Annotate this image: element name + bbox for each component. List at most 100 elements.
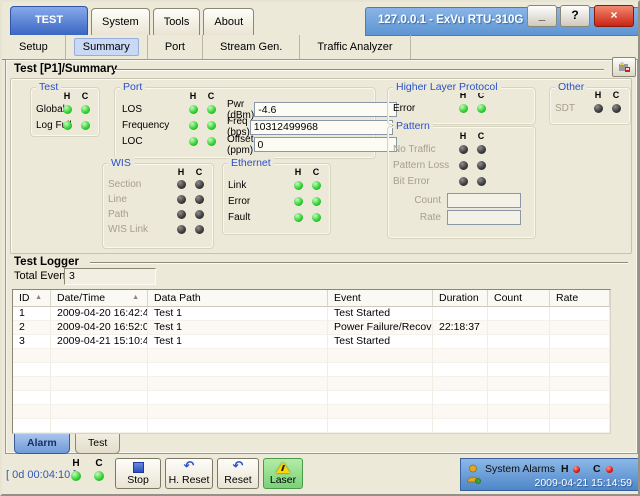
laser-button-label: Laser xyxy=(270,474,296,486)
table-row[interactable]: 22009-04-20 16:52:09Test 1Power Failure/… xyxy=(13,321,610,335)
subtab-setup[interactable]: Setup xyxy=(2,35,66,59)
report-tool-icon xyxy=(618,61,631,73)
status-row: WIS Link xyxy=(103,222,213,237)
status-led xyxy=(612,104,621,113)
subtab-label: Port xyxy=(156,38,194,56)
h-col-label: H xyxy=(289,167,307,177)
freq-field[interactable] xyxy=(250,120,393,135)
status-led xyxy=(177,195,186,204)
system-alarms-panel[interactable]: System Alarms H C 2009-04-21 15:14:59 xyxy=(460,458,639,491)
app-window: TEST System Tools About 127.0.0.1 - ExVu… xyxy=(0,0,640,496)
alarm-led xyxy=(606,466,613,473)
stop-icon xyxy=(133,462,144,473)
status-led xyxy=(294,213,303,222)
row-label: Line xyxy=(108,194,172,205)
col-header-event[interactable]: Event xyxy=(328,290,433,307)
wis-group-title: WIS xyxy=(108,157,134,169)
count-field[interactable] xyxy=(447,193,521,208)
pwr-field[interactable] xyxy=(254,102,397,117)
status-led xyxy=(207,105,216,114)
status-led xyxy=(94,471,104,481)
laser-button[interactable]: Laser xyxy=(263,458,303,489)
minimize-button[interactable]: _ xyxy=(527,5,557,27)
status-led xyxy=(195,195,204,204)
h-col-label: H xyxy=(172,167,190,177)
other-group-title: Other xyxy=(555,81,587,93)
h-col-label: H xyxy=(454,131,472,141)
col-header-datetime[interactable]: Date/Time▲ xyxy=(51,290,148,307)
rate-label: Rate xyxy=(420,212,441,223)
status-led xyxy=(312,197,321,206)
test-group: Test HC Global Log Full xyxy=(30,87,100,137)
row-label: LOC xyxy=(122,136,184,147)
table-row[interactable]: 12009-04-20 16:42:48Test 1Test Started xyxy=(13,307,610,321)
report-button[interactable] xyxy=(612,57,636,77)
row-label: Global xyxy=(36,104,58,115)
subtab-label: Summary xyxy=(74,38,139,56)
stop-button[interactable]: Stop xyxy=(115,458,161,489)
elapsed-time: [ 0d 00:04:10 ] xyxy=(6,469,76,481)
table-header-row: ID▲ Date/Time▲ Data Path Event Duration … xyxy=(13,290,610,307)
row-label: Error xyxy=(393,103,454,114)
h-col-label: H xyxy=(184,91,202,101)
col-header-datapath[interactable]: Data Path xyxy=(148,290,328,307)
subtab-port[interactable]: Port xyxy=(148,35,203,59)
status-led xyxy=(207,137,216,146)
status-led xyxy=(177,210,186,219)
tab-tools[interactable]: Tools xyxy=(153,8,201,35)
undo-icon xyxy=(233,461,244,473)
total-events-field: 3 xyxy=(64,268,156,285)
status-led xyxy=(195,180,204,189)
help-button[interactable]: ? xyxy=(560,5,590,27)
tab-test[interactable]: TEST xyxy=(10,6,88,35)
offset-label: Offset (ppm) xyxy=(227,134,254,156)
row-label: Fault xyxy=(228,212,289,223)
col-header-id[interactable]: ID▲ xyxy=(13,290,51,307)
stop-button-label: Stop xyxy=(127,474,149,486)
status-led xyxy=(459,177,468,186)
ethernet-group-title: Ethernet xyxy=(228,157,274,169)
status-row: SDT xyxy=(550,100,630,116)
h-col-label: H xyxy=(561,463,569,475)
status-led xyxy=(207,121,216,130)
table-row[interactable]: 32009-04-21 15:10:49Test 1Test Started xyxy=(13,335,610,349)
status-led xyxy=(459,104,468,113)
status-row: No Traffic xyxy=(388,141,495,157)
page-title: Test [P1]/Summary xyxy=(14,63,117,75)
rate-field[interactable] xyxy=(447,210,521,225)
table-row-empty xyxy=(13,405,610,419)
tab-about[interactable]: About xyxy=(203,8,254,35)
subtab-stream-gen[interactable]: Stream Gen. xyxy=(203,35,300,59)
wis-group: WIS HC Section Line Path WIS Link xyxy=(102,163,214,249)
event-log-table: ID▲ Date/Time▲ Data Path Event Duration … xyxy=(12,289,611,434)
status-led xyxy=(459,161,468,170)
subtab-traffic-analyzer[interactable]: Traffic Analyzer xyxy=(300,35,410,59)
tab-system[interactable]: System xyxy=(91,8,150,35)
subtab-label: Setup xyxy=(10,38,57,56)
table-row-empty xyxy=(13,391,610,405)
status-led xyxy=(189,105,198,114)
col-header-rate[interactable]: Rate xyxy=(550,290,610,307)
reset-button[interactable]: Reset xyxy=(217,458,259,489)
user-alarm-icon xyxy=(466,464,482,486)
status-row: Log Full xyxy=(31,117,99,133)
history-reset-button[interactable]: H. Reset xyxy=(165,458,213,489)
led-header: HC xyxy=(117,91,225,101)
offset-field[interactable] xyxy=(254,137,397,152)
status-row: Bit Error xyxy=(388,173,495,189)
status-led xyxy=(312,181,321,190)
close-button[interactable]: × xyxy=(594,5,634,27)
title-rule xyxy=(114,69,604,71)
test-logger-rule xyxy=(90,262,628,264)
table-row-empty xyxy=(13,363,610,377)
col-header-count[interactable]: Count xyxy=(488,290,550,307)
bottomtab-test[interactable]: Test xyxy=(75,434,120,454)
sort-asc-icon: ▲ xyxy=(35,290,42,306)
subtab-summary[interactable]: Summary xyxy=(66,35,148,59)
system-datetime: 2009-04-21 15:14:59 xyxy=(535,477,633,489)
status-row: LOC xyxy=(117,133,225,149)
col-header-duration[interactable]: Duration xyxy=(433,290,488,307)
status-row: Global xyxy=(31,101,99,117)
window-title: 127.0.0.1 - ExVu RTU-310G xyxy=(378,14,523,26)
bottomtab-alarm[interactable]: Alarm xyxy=(14,434,70,454)
